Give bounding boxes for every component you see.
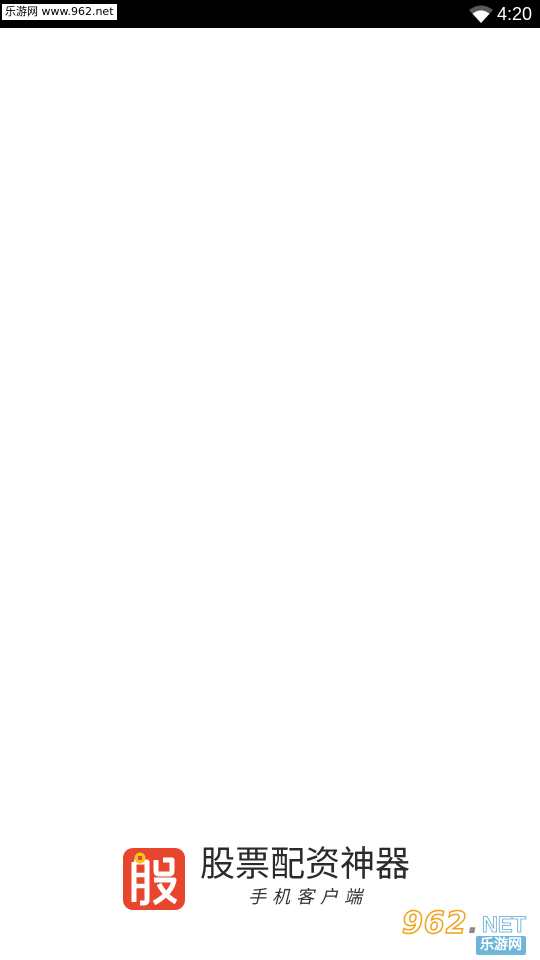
- site-watermark: 962. NET 乐游网: [400, 906, 538, 956]
- watermark-number-text: 962: [401, 906, 468, 941]
- watermark-number: 962.: [401, 906, 480, 941]
- wifi-signal-icon: [469, 5, 493, 23]
- app-title: 股票配资神器: [200, 845, 411, 885]
- watermark-site-name: 乐游网: [476, 936, 526, 955]
- watermark-domain: NET: [482, 912, 527, 938]
- splash-screen: [0, 28, 540, 960]
- stock-app-logo-icon: [123, 848, 185, 910]
- status-clock: 4:20: [497, 4, 533, 24]
- status-watermark-label: 乐游网 www.962.net: [2, 4, 117, 20]
- status-bar: 乐游网 www.962.net 4:20: [0, 0, 540, 28]
- app-subtitle: 手机客户端: [248, 887, 368, 908]
